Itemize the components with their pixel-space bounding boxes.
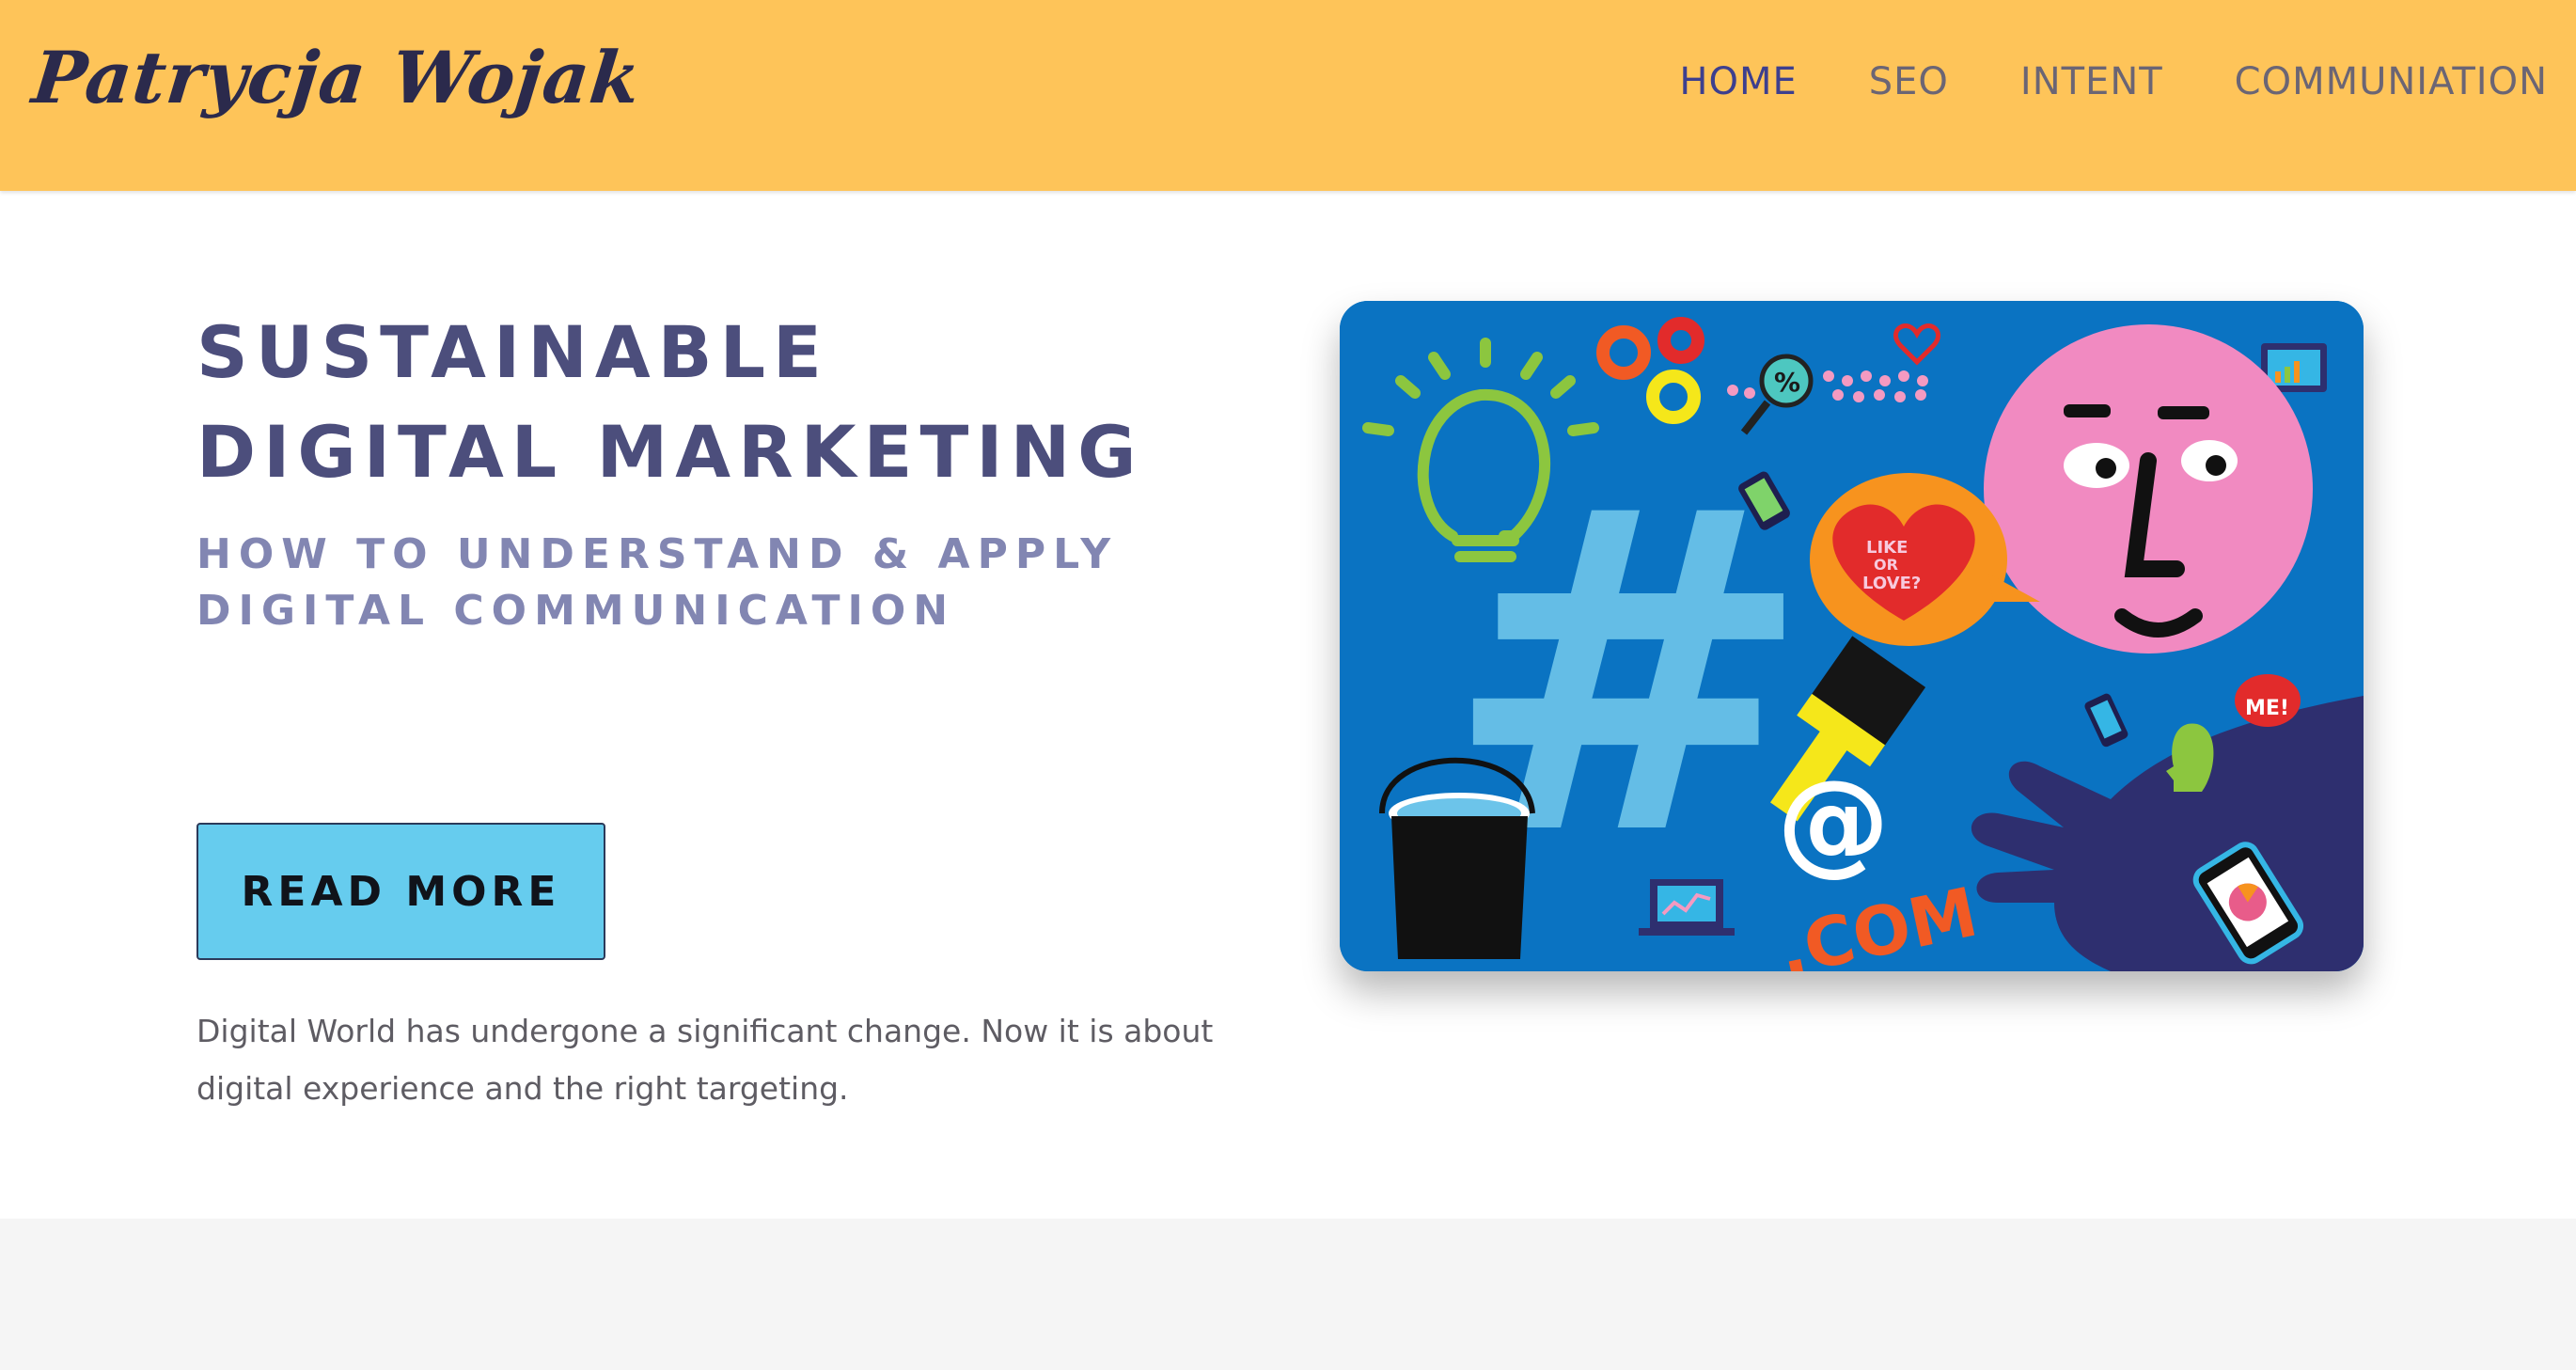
me-text: ME! bbox=[2245, 697, 2289, 720]
percent-text: % bbox=[1774, 367, 1800, 398]
heart-text-line3: LOVE? bbox=[1862, 574, 1921, 593]
hero-title-line1: SUSTAINABLE bbox=[196, 310, 829, 394]
heart-text-line2: OR bbox=[1874, 556, 1898, 574]
hero-illustration-svg: # % LIKE OR LOVE? ME! @ .COM bbox=[1340, 301, 2364, 971]
nav-item-home[interactable]: HOME bbox=[1679, 60, 1797, 103]
hero-illustration: # % LIKE OR LOVE? ME! @ .COM bbox=[1340, 301, 2364, 971]
at-symbol: @ bbox=[1777, 757, 1890, 888]
site-header: Patrycja Wojak HOME SEO INTENT COMMUNIAT… bbox=[0, 0, 2576, 191]
me-bubble: ME! bbox=[2235, 674, 2301, 727]
nav-item-intent[interactable]: INTENT bbox=[2020, 60, 2163, 103]
hero-subtitle-line2: DIGITAL COMMUNICATION bbox=[196, 587, 956, 635]
nav-item-communiation[interactable]: COMMUNIATION bbox=[2235, 60, 2548, 103]
laptop-icon bbox=[1639, 879, 1735, 936]
hero-subtitle: HOW TO UNDERSTAND & APPLY DIGITAL COMMUN… bbox=[196, 527, 1118, 639]
face-illustration bbox=[1984, 324, 2313, 654]
heart-text-line1: LIKE bbox=[1866, 538, 1908, 558]
main-nav: HOME SEO INTENT COMMUNIATION bbox=[1608, 60, 2548, 103]
nav-item-seo[interactable]: SEO bbox=[1869, 60, 1949, 103]
site-logo[interactable]: Patrycja Wojak bbox=[28, 36, 645, 119]
hero-description: Digital World has undergone a significan… bbox=[196, 1013, 1214, 1107]
hero-subtitle-line1: HOW TO UNDERSTAND & APPLY bbox=[196, 530, 1119, 578]
lower-section bbox=[0, 1219, 2576, 1370]
read-more-button[interactable]: READ MORE bbox=[196, 823, 605, 960]
hero-title-line2: DIGITAL MARKETING bbox=[196, 410, 1144, 494]
hero-title: SUSTAINABLE DIGITAL MARKETING bbox=[196, 303, 1144, 502]
